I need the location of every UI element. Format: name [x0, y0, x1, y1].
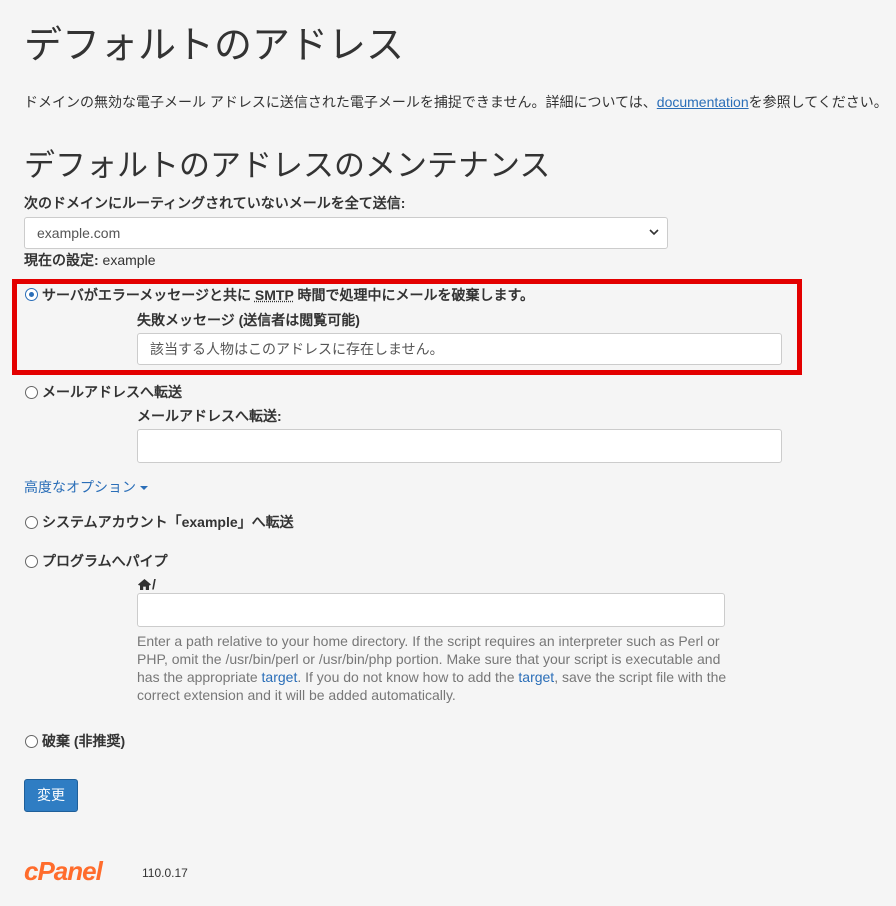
fail-label-prefix: サーバがエラーメッセージと共に — [42, 287, 255, 303]
page-description: ドメインの無効な電子メール アドレスに送信された電子メールを捕捉できません。詳細… — [24, 92, 888, 112]
page-title: デフォルトのアドレス — [24, 25, 405, 67]
fail-label-suffix: 時間で処理中にメールを破棄します。 — [293, 287, 535, 303]
target-link-1[interactable]: target — [262, 669, 298, 685]
fail-radio[interactable] — [25, 288, 38, 301]
cpanel-logo: cPanel — [24, 856, 103, 886]
path-slash: / — [152, 576, 156, 592]
domain-select-value: example.com — [37, 225, 121, 241]
smtp-abbr: SMTP — [254, 287, 294, 303]
forward-field-label: メールアドレスへ転送: — [137, 408, 282, 424]
discard-radio[interactable] — [25, 735, 38, 748]
domain-select-label: 次のドメインにルーティングされていないメールを全て送信: — [24, 195, 406, 211]
home-path-prefix: / — [137, 575, 156, 595]
advanced-options-toggle[interactable]: 高度なオプション — [24, 478, 148, 496]
caret-down-icon — [140, 486, 148, 491]
current-setting: 現在の設定: example — [24, 251, 155, 269]
pipe-option-label[interactable]: プログラムへパイプ — [42, 552, 168, 570]
forward-radio[interactable] — [25, 386, 38, 399]
section-title: デフォルトのアドレスのメンテナンス — [24, 148, 551, 183]
system-account-option-label[interactable]: システムアカウント「example」へ転送 — [42, 513, 294, 531]
current-setting-value: example — [98, 252, 156, 268]
discard-option-label[interactable]: 破棄 (非推奨) — [42, 732, 125, 750]
forward-email-input[interactable] — [137, 429, 782, 463]
forward-option-label[interactable]: メールアドレスへ転送 — [42, 383, 182, 401]
help-part-2: . If you do not know how to add the — [297, 669, 519, 685]
version-text: 110.0.17 — [142, 866, 188, 880]
target-link-2[interactable]: target — [518, 669, 554, 685]
pipe-radio[interactable] — [25, 555, 38, 568]
description-text: ドメインの無効な電子メール アドレスに送信された電子メールを捕捉できません。詳細… — [24, 94, 657, 110]
documentation-link[interactable]: documentation — [657, 94, 749, 110]
fail-option-label[interactable]: サーバがエラーメッセージと共に SMTP 時間で処理中にメールを破棄します。 — [42, 286, 534, 304]
fail-message-label: 失敗メッセージ (送信者は閲覧可能) — [137, 312, 360, 328]
change-button[interactable]: 変更 — [24, 779, 78, 812]
description-suffix: を参照してください。 — [748, 94, 888, 110]
domain-select[interactable]: example.com — [24, 217, 668, 249]
chevron-down-icon — [649, 218, 659, 259]
pipe-path-input[interactable] — [137, 593, 725, 627]
system-account-radio[interactable] — [25, 516, 38, 529]
fail-message-input[interactable]: 該当する人物はこのアドレスに存在しません。 — [137, 333, 782, 365]
advanced-options-label: 高度なオプション — [24, 479, 136, 495]
pipe-help-text: Enter a path relative to your home direc… — [137, 632, 737, 704]
current-setting-label: 現在の設定: — [24, 252, 99, 268]
